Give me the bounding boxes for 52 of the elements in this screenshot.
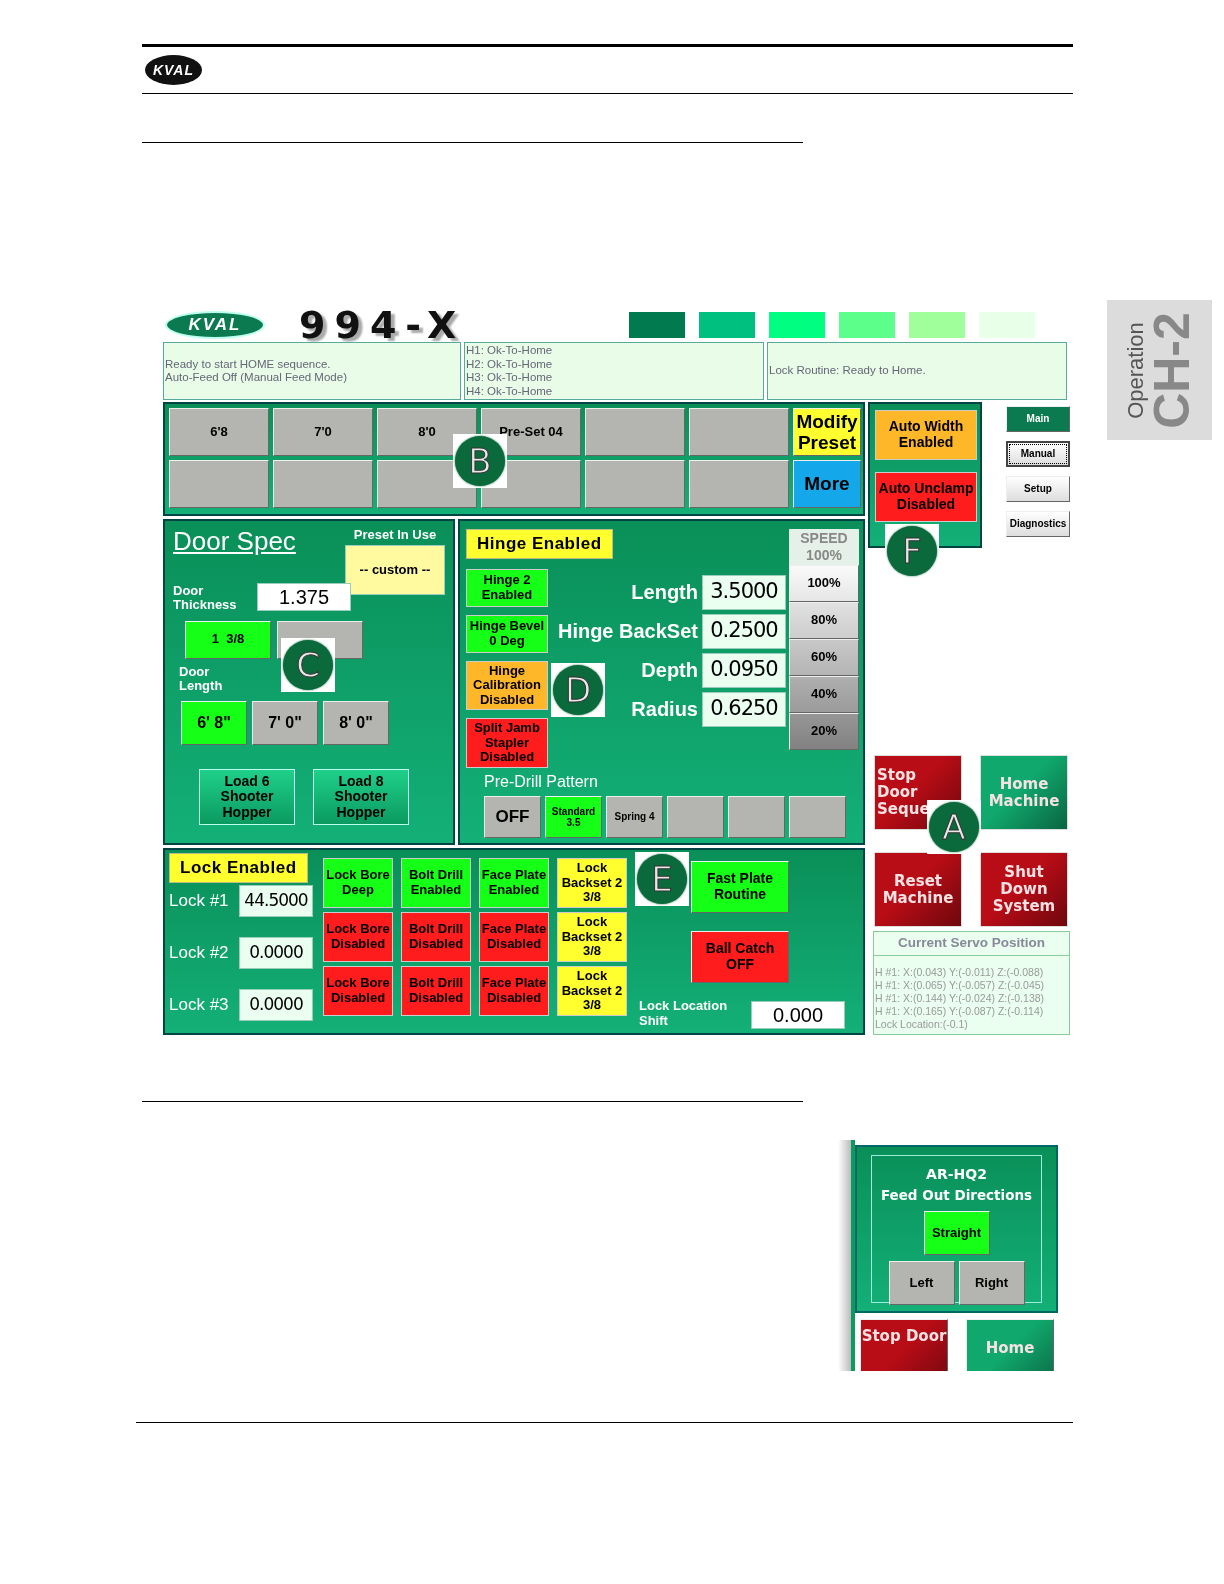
field-label: Door Length [179, 664, 224, 694]
field-label: Pre-Drill Pattern [484, 771, 599, 792]
param-label: Depth [641, 658, 698, 683]
lock-label: Lock #1 [169, 890, 230, 913]
callout-letter: F [887, 526, 937, 576]
servo-line: H #1: X:(0.165) Y:(-0.087) Z:(-0.114) [875, 1005, 1045, 1019]
status-line: H2: Ok-To-Home [466, 357, 554, 371]
thickness-field: 1.375 [257, 582, 351, 611]
lock-field: 44.5000 [239, 885, 313, 917]
field-label: Door Thickness [173, 583, 238, 613]
preset-field: -- custom -- [345, 544, 445, 595]
panel-subtitle: Feed Out Directions [880, 1186, 1033, 1205]
status-line: H3: Ok-To-Home [466, 371, 554, 385]
section-label: Operation [1123, 321, 1146, 419]
status-line: H1: Ok-To-Home [466, 344, 554, 358]
servo-line: H #1: X:(0.065) Y:(-0.057) Z:(-0.045) [875, 979, 1046, 993]
status-line: Ready to start HOME sequence. [165, 357, 332, 371]
param-field: 3.5000 [702, 574, 786, 610]
param-label: Length [631, 580, 698, 605]
status-line: Lock Routine: Ready to Home. [769, 364, 927, 378]
panel-title: Door Spec [173, 527, 296, 557]
shift-field: 0.000 [751, 1000, 845, 1029]
servo-line: H #1: X:(0.144) Y:(-0.024) Z:(-0.138) [875, 992, 1046, 1006]
param-field: 0.0950 [702, 652, 786, 688]
lock-label: Lock #3 [169, 994, 230, 1017]
speed-label: SPEED [799, 530, 849, 547]
param-field: 0.6250 [702, 691, 786, 727]
callout-letter: B [455, 436, 505, 486]
field-label: Preset In Use [353, 526, 437, 544]
field-label: Lock Location Shift [639, 999, 729, 1029]
servo-line: H #1: X:(0.043) Y:(-0.011) Z:(-0.088) [875, 966, 1045, 980]
callout-letter: D [553, 665, 603, 715]
param-field: 0.2500 [702, 613, 786, 649]
logo: KVAL [165, 311, 265, 339]
callout-letter: C [283, 640, 333, 690]
status-line: H4: Ok-To-Home [466, 384, 554, 398]
status-line: Auto-Feed Off (Manual Feed Mode) [165, 371, 348, 385]
panel-title: AR-HQ2 [926, 1165, 987, 1184]
section-title: Hinge Enabled [466, 529, 613, 559]
callout-letter: E [637, 854, 687, 904]
lock-label: Lock #2 [169, 942, 230, 965]
lock-field: 0.0000 [239, 937, 313, 969]
param-label: Radius [631, 697, 698, 722]
servo-title: Current Servo Position [874, 932, 1069, 957]
logo: KVAL [145, 55, 202, 85]
param-label: Hinge BackSet [557, 619, 698, 644]
speed-reading: 100% [805, 546, 843, 564]
model-title: 994-X [299, 306, 467, 344]
lock-field: 0.0000 [239, 989, 313, 1021]
callout-letter: A [929, 802, 979, 852]
servo-line: Lock Location:(-0.1) [875, 1018, 969, 1032]
section-title: Lock Enabled [169, 853, 308, 883]
